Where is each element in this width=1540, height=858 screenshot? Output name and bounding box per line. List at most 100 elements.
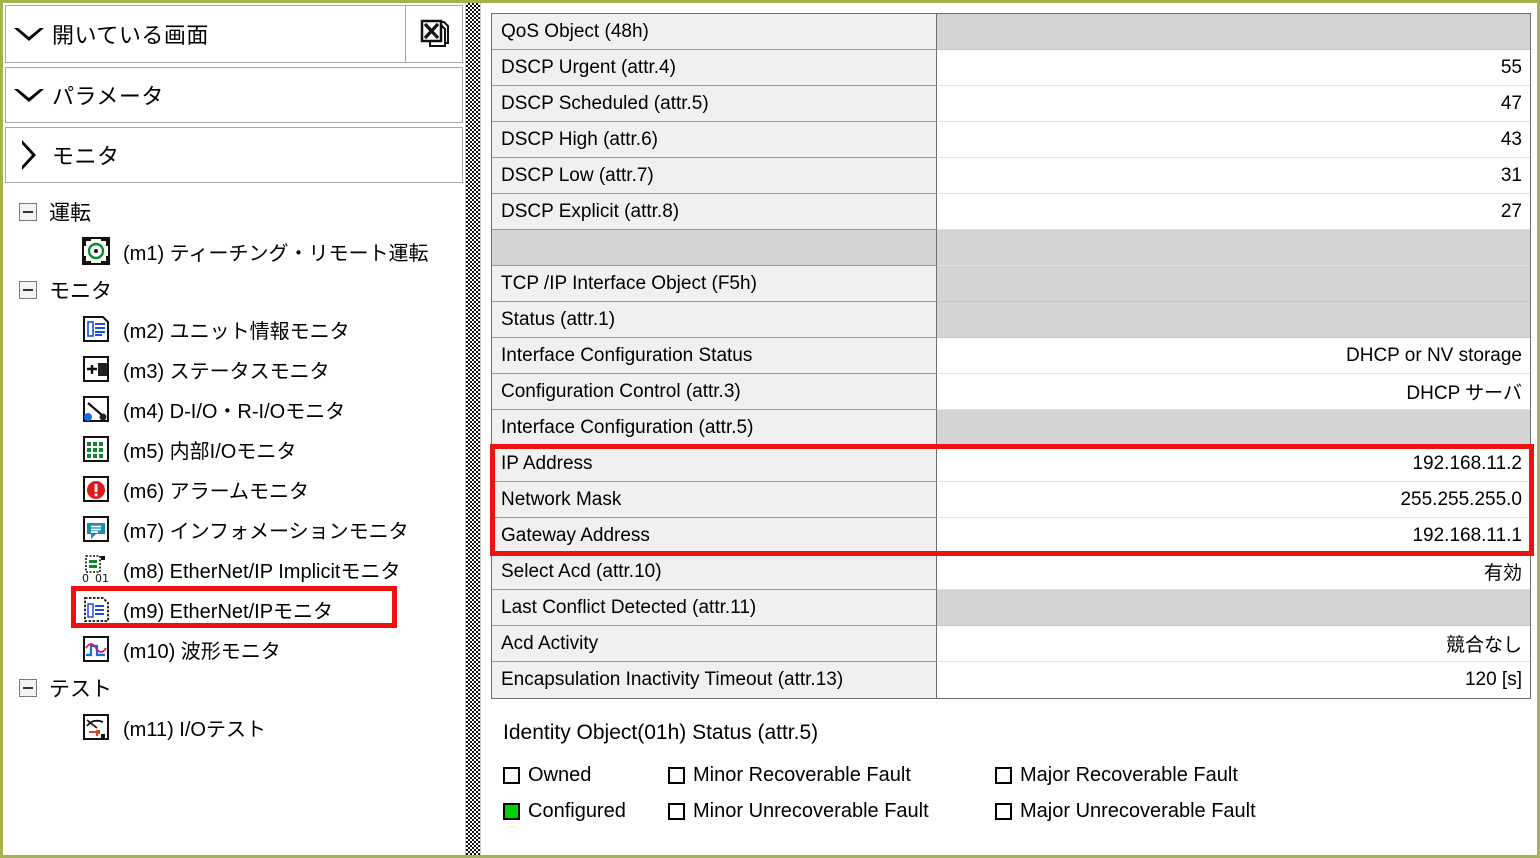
status-checkbox-configured[interactable]: Configured [503,800,668,823]
attribute-value-cell: 192.168.11.2 [937,446,1530,482]
tree-item-m2-label: (m2) ユニット情報モニタ [123,320,350,343]
monitor-tree: 運転 (m1) ティーチング・リモート運転 モニタ (m2) ユニット情報モニタ… [3,193,465,747]
checkbox-unchecked-icon[interactable] [995,766,1012,784]
status-checkbox-label: Minor Recoverable Fault [693,763,911,786]
attribute-name-cell: IP Address [492,446,937,482]
table-row[interactable]: Encapsulation Inactivity Timeout (attr.1… [492,662,1530,698]
tree-item-m11[interactable]: (m11) I/Oテスト [13,707,465,747]
tree-group-monitor-label: モニタ [49,280,112,303]
table-row[interactable]: Select Acd (attr.10) 有効 [492,554,1530,590]
application-window: 開いている画面 パラメータ モニタ 運転 (m1) ティーチング・リモート運転 … [0,0,1540,858]
tree-item-m5[interactable]: (m5) 内部I/Oモニタ [13,429,465,469]
table-row[interactable]: Interface Configuration Status DHCP or NV… [492,338,1530,374]
tree-group-test[interactable]: テスト [13,669,465,707]
tree-item-m1-label: (m1) ティーチング・リモート運転 [123,242,429,265]
attribute-value-cell: 競合なし [937,626,1530,662]
collapse-minus-icon[interactable] [19,679,37,697]
tree-group-test-label: テスト [49,678,112,701]
table-row[interactable]: Gateway Address 192.168.11.1 [492,518,1530,554]
status-checkbox-label: Major Unrecoverable Fault [1020,799,1256,822]
tree-item-m7[interactable]: (m7) インフォメーションモニタ [13,509,465,549]
table-row[interactable]: DSCP Urgent (attr.4) 55 [492,50,1530,86]
checkbox-unchecked-icon[interactable] [668,802,685,820]
table-row[interactable]: Acd Activity 競合なし [492,626,1530,662]
table-row[interactable]: TCP /IP Interface Object (F5h) [492,266,1530,302]
status-checkbox-minor-recoverable-fault[interactable]: Minor Recoverable Fault [668,764,995,787]
tree-item-m4[interactable]: (m4) D-I/O・R-I/Oモニタ [13,389,465,429]
panel-splitter[interactable] [465,3,481,855]
tree-group-monitor[interactable]: モニタ [13,271,465,309]
tree-item-m2[interactable]: (m2) ユニット情報モニタ [13,309,465,349]
identity-status-title: Identity Object(01h) Status (attr.5) [503,721,819,744]
attribute-name-cell: Encapsulation Inactivity Timeout (attr.1… [492,662,937,698]
alarm-icon [81,474,111,504]
attribute-name-cell [492,230,937,266]
tree-item-m1[interactable]: (m1) ティーチング・リモート運転 [13,231,465,271]
tree-item-m10[interactable]: (m10) 波形モニタ [13,629,465,669]
attribute-value-cell: 120 [s] [937,662,1530,698]
sidebar-bar-monitor[interactable]: モニタ [5,127,463,183]
attribute-name-cell: Configuration Control (attr.3) [492,374,937,410]
attribute-value-cell: DHCP サーバ [937,374,1530,410]
tree-item-m10-label: (m10) 波形モニタ [123,640,281,663]
status-checkbox-label: Configured [528,799,626,822]
table-row[interactable]: DSCP Scheduled (attr.5) 47 [492,86,1530,122]
internal-io-icon [81,434,111,464]
tree-group-operation-label: 運転 [49,202,91,225]
status-checkbox-minor-unrecoverable-fault[interactable]: Minor Unrecoverable Fault [668,800,995,823]
tree-item-m5-label: (m5) 内部I/Oモニタ [123,440,297,463]
checkbox-unchecked-icon[interactable] [995,802,1012,820]
status-checkbox-major-recoverable-fault[interactable]: Major Recoverable Fault [995,764,1335,787]
tree-group-operation[interactable]: 運転 [13,193,465,231]
identity-status-rows: Owned Minor Recoverable Fault Major Recove… [503,757,1527,829]
collapse-minus-icon[interactable] [19,203,37,221]
ethernet-ip-monitor-content: QoS Object (48h) DSCP Urgent (attr.4) 55 DS… [481,3,1537,855]
table-row[interactable]: Status (attr.1) [492,302,1530,338]
table-row[interactable]: QoS Object (48h) [492,14,1530,50]
tree-item-m4-label: (m4) D-I/O・R-I/Oモニタ [123,400,346,423]
chevron-right-icon[interactable] [6,140,52,170]
tree-item-m3[interactable]: (m3) ステータスモニタ [13,349,465,389]
status-checkbox-major-unrecoverable-fault[interactable]: Major Unrecoverable Fault [995,800,1335,823]
attribute-name-cell: TCP /IP Interface Object (F5h) [492,266,937,302]
attribute-name-cell: Interface Configuration (attr.5) [492,410,937,446]
attribute-name-cell: QoS Object (48h) [492,14,937,50]
close-all-windows-icon[interactable] [405,6,462,62]
tree-item-m3-label: (m3) ステータスモニタ [123,360,330,383]
chevron-down-icon[interactable] [6,88,52,102]
chevron-down-icon[interactable] [6,27,52,41]
attribute-name-cell: Interface Configuration Status [492,338,937,374]
sidebar-bar-parameters-label: パラメータ [52,84,164,109]
information-icon [81,514,111,544]
tree-item-m9[interactable]: (m9) EtherNet/IPモニタ [13,586,465,629]
sidebar-bar-open-screens[interactable]: 開いている画面 [5,5,463,63]
checkbox-checked-icon[interactable] [503,802,520,820]
sidebar-bar-open-screens-label: 開いている画面 [52,23,209,48]
checkbox-unchecked-icon[interactable] [503,766,520,784]
table-row[interactable]: DSCP High (attr.6) 43 [492,122,1530,158]
sidebar-bar-monitor-label: モニタ [52,144,120,169]
status-checkbox-owned[interactable]: Owned [503,764,668,787]
svg-text:0: 0 [82,572,89,584]
attribute-name-cell: DSCP Scheduled (attr.5) [492,86,937,122]
table-row[interactable]: DSCP Explicit (attr.8) 27 [492,194,1530,230]
status-checkbox-label: Major Recoverable Fault [1020,763,1238,786]
table-row[interactable]: IP Address 192.168.11.2 [492,446,1530,482]
table-row[interactable]: Last Conflict Detected (attr.11) [492,590,1530,626]
tree-item-m6[interactable]: (m6) アラームモニタ [13,469,465,509]
table-row[interactable]: Configuration Control (attr.3) DHCP サーバ [492,374,1530,410]
attribute-value-cell: 43 [937,122,1530,158]
table-row[interactable]: DSCP Low (attr.7) 31 [492,158,1530,194]
tree-item-m8[interactable]: 0 01 (m8) EtherNet/IP Implicitモニタ [13,549,465,589]
table-row[interactable]: Network Mask 255.255.255.0 [492,482,1530,518]
attribute-name-cell: Acd Activity [492,626,937,662]
sidebar-bar-parameters[interactable]: パラメータ [5,67,463,123]
attribute-value-cell [937,590,1530,626]
checkbox-unchecked-icon[interactable] [668,766,685,784]
table-row[interactable]: Interface Configuration (attr.5) [492,410,1530,446]
status-checkbox-label: Owned [528,763,592,786]
table-row[interactable] [492,230,1530,266]
attribute-value-cell [937,410,1530,446]
tree-item-m7-label: (m7) インフォメーションモニタ [123,520,409,543]
collapse-minus-icon[interactable] [19,281,37,299]
